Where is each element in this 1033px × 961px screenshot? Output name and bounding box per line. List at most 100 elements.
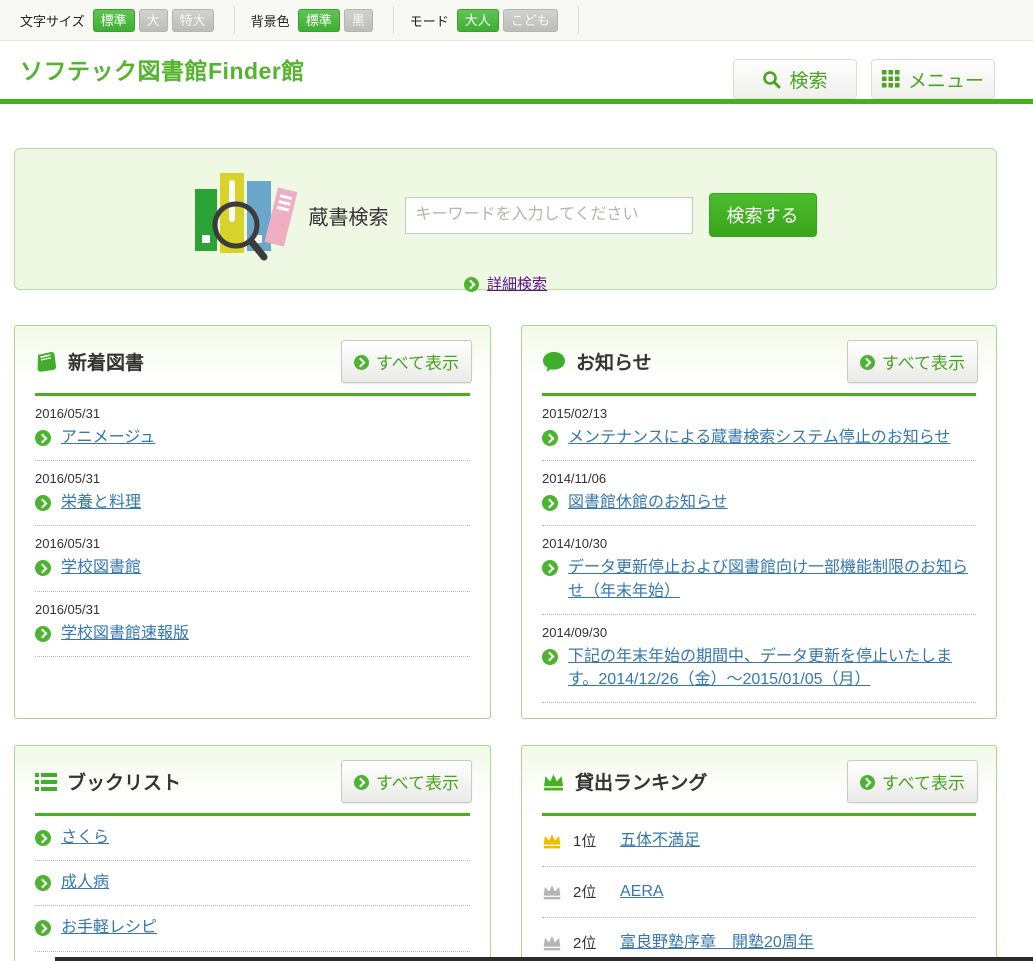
news-link[interactable]: 下記の年末年始の期間中、データ更新を停止いたします。2014/12/26（金）～… xyxy=(568,645,976,691)
list-item: 2014/09/30 下記の年末年始の期間中、データ更新を停止いたします。201… xyxy=(542,615,976,703)
main-content: 蔵書検索 検索する 詳細検索 新着図書 すべて表示 xyxy=(0,148,1033,961)
mode-label: モード xyxy=(410,11,449,30)
circle-arrow-icon xyxy=(35,495,51,511)
circle-arrow-icon xyxy=(35,920,51,936)
panels-grid: 新着図書 すべて表示 2016/05/31 アニメージュ 2016/05/31 … xyxy=(14,325,1019,961)
circle-arrow-icon xyxy=(35,560,51,576)
item-date: 2014/09/30 xyxy=(542,625,976,640)
list-item: お手軽レシピ xyxy=(35,906,470,951)
header-search-label: 検索 xyxy=(789,66,827,93)
bg-color-black-button[interactable]: 黒 xyxy=(344,9,373,32)
mode-kids-button[interactable]: こども xyxy=(503,9,558,32)
rank-label: 1位 xyxy=(573,830,609,851)
news-show-all-button[interactable]: すべて表示 xyxy=(847,340,978,383)
list-item: 2位 AERA xyxy=(542,867,976,918)
header-menu-button[interactable]: メニュー xyxy=(871,59,995,99)
header-buttons: 検索 メニュー xyxy=(733,59,995,99)
circle-arrow-icon xyxy=(542,430,558,446)
ranking-link[interactable]: AERA xyxy=(620,880,664,903)
booklist-link[interactable]: さくら xyxy=(61,826,109,849)
news-link[interactable]: 図書館休館のお知らせ xyxy=(568,491,728,514)
booklist-show-all-button[interactable]: すべて表示 xyxy=(341,760,472,803)
header-accent-bar xyxy=(0,99,1033,104)
news-link[interactable]: データ更新停止および図書館向け一部機能制限のお知らせ（年末年始） xyxy=(568,556,976,602)
new-books-title: 新着図書 xyxy=(68,348,144,375)
circle-arrow-icon xyxy=(860,355,875,370)
list-item: 2015/02/13 メンテナンスによる蔵書検索システム停止のお知らせ xyxy=(542,396,976,461)
news-link[interactable]: メンテナンスによる蔵書検索システム停止のお知らせ xyxy=(568,426,950,449)
list-item: さくら xyxy=(35,816,470,861)
bottom-window-edge xyxy=(55,957,1033,961)
ranking-link[interactable]: 富良野塾序章 開塾20周年 xyxy=(620,931,814,954)
list-item: 2016/05/31 学校図書館速報版 xyxy=(35,592,470,657)
list-item: 2014/10/30 データ更新停止および図書館向け一部機能制限のお知らせ（年末… xyxy=(542,526,976,614)
list-item: 2014/11/06 図書館休館のお知らせ xyxy=(542,461,976,526)
list-item: 成人病 xyxy=(35,861,470,906)
new-book-link[interactable]: 学校図書館 xyxy=(61,556,141,579)
circle-arrow-icon xyxy=(35,626,51,642)
site-title: ソフテック図書館Finder館 xyxy=(20,52,305,99)
bg-color-label: 背景色 xyxy=(251,11,290,30)
list-item: 2016/05/31 学校図書館 xyxy=(35,526,470,591)
font-size-large-button[interactable]: 大 xyxy=(139,9,168,32)
bg-color-group: 背景色 標準 黒 xyxy=(235,7,394,33)
ranking-panel: 貸出ランキング すべて表示 1位 五体不満足 xyxy=(521,745,997,961)
rank-label: 2位 xyxy=(573,881,609,902)
mode-group: モード 大人 こども xyxy=(394,7,579,33)
new-books-panel: 新着図書 すべて表示 2016/05/31 アニメージュ 2016/05/31 … xyxy=(14,325,491,719)
booklist-link[interactable]: 成人病 xyxy=(61,871,109,894)
item-date: 2016/05/31 xyxy=(35,602,470,617)
font-size-xlarge-button[interactable]: 特大 xyxy=(172,9,214,32)
crown-icon xyxy=(542,772,565,791)
new-books-show-all-button[interactable]: すべて表示 xyxy=(341,340,472,383)
circle-arrow-icon xyxy=(542,649,558,665)
item-date: 2016/05/31 xyxy=(35,471,470,486)
circle-arrow-icon xyxy=(354,355,369,370)
advanced-search-link[interactable]: 詳細検索 xyxy=(487,273,547,294)
font-size-standard-button[interactable]: 標準 xyxy=(93,9,135,32)
new-book-link[interactable]: 栄養と料理 xyxy=(61,491,141,514)
grid-menu-icon xyxy=(882,70,900,88)
list-item: 2016/05/31 栄養と料理 xyxy=(35,461,470,526)
keyword-input[interactable] xyxy=(405,197,693,234)
news-title: お知らせ xyxy=(576,348,652,375)
header-search-button[interactable]: 検索 xyxy=(733,59,857,99)
new-book-link[interactable]: 学校図書館速報版 xyxy=(61,622,189,645)
search-icon xyxy=(762,70,781,89)
crown-gold-icon xyxy=(542,832,562,849)
rank-label: 2位 xyxy=(573,932,609,953)
circle-arrow-icon xyxy=(354,775,369,790)
circle-arrow-icon xyxy=(35,830,51,846)
crown-silver-icon xyxy=(542,934,562,951)
booklist-panel: ブックリスト すべて表示 さくら 成人病 お手軽レシピ xyxy=(14,745,491,961)
booklist-title: ブックリスト xyxy=(67,768,181,795)
circle-arrow-icon xyxy=(860,775,875,790)
ranking-show-all-button[interactable]: すべて表示 xyxy=(847,760,978,803)
bg-color-standard-button[interactable]: 標準 xyxy=(298,9,340,32)
accessibility-bar: 文字サイズ 標準 大 特大 背景色 標準 黒 モード 大人 こども xyxy=(0,0,1033,41)
list-item: 2位 富良野塾序章 開塾20周年 xyxy=(542,918,976,961)
speech-bubble-icon xyxy=(542,351,566,373)
item-date: 2014/10/30 xyxy=(542,536,976,551)
item-date: 2014/11/06 xyxy=(542,471,976,486)
book-icon xyxy=(35,351,58,372)
circle-arrow-icon xyxy=(35,430,51,446)
search-submit-button[interactable]: 検索する xyxy=(709,193,817,237)
font-size-group: 文字サイズ 標準 大 特大 xyxy=(20,7,235,33)
ranking-link[interactable]: 五体不満足 xyxy=(620,829,700,852)
books-magnifier-illustration xyxy=(195,169,283,261)
item-date: 2015/02/13 xyxy=(542,406,976,421)
catalog-search-label: 蔵書検索 xyxy=(309,201,389,230)
list-icon xyxy=(35,773,57,791)
magnifier-icon xyxy=(209,199,271,265)
new-book-link[interactable]: アニメージュ xyxy=(61,426,155,449)
site-header: ソフテック図書館Finder館 検索 メニュー xyxy=(0,41,1033,99)
booklist-link[interactable]: お手軽レシピ xyxy=(61,916,157,939)
circle-arrow-icon xyxy=(35,875,51,891)
list-item: 2016/05/31 アニメージュ xyxy=(35,396,470,461)
header-menu-label: メニュー xyxy=(908,66,984,93)
circle-arrow-icon xyxy=(542,560,558,576)
mode-adult-button[interactable]: 大人 xyxy=(457,9,499,32)
ranking-title: 貸出ランキング xyxy=(575,768,707,795)
circle-arrow-icon xyxy=(464,277,479,292)
